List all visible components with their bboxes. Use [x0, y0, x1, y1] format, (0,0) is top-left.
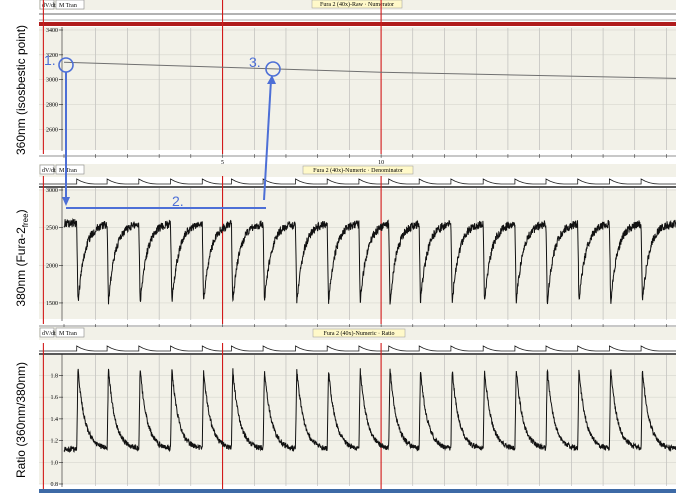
y-tick-label: 0.8	[51, 482, 59, 488]
panel1-title: Fura 2 (40x)-Raw · Numerator	[320, 1, 394, 8]
panel2-ylabel-sub: free	[21, 213, 30, 227]
y-tick-label: 1.4	[51, 417, 59, 423]
panel1-red-header-bar	[39, 22, 676, 26]
panel2-dvdt-label: dV/dt	[42, 168, 56, 174]
bottom-scrollbar[interactable]	[39, 489, 676, 493]
panel1-plot-area	[39, 27, 676, 150]
y-tick-label: 2800	[46, 103, 58, 109]
panel2-title: Fura 2 (40x)-Numeric · Denominator	[313, 167, 403, 174]
fura2-recording-figure: 360nm (isosbestic point) 380nm (Fura-2fr…	[14, 0, 676, 493]
annotation-label-1: 1.	[44, 52, 56, 68]
panel-numeric-denominator: dV/dt M Tran Fura 2 (40x)-Numeric · Deno…	[39, 164, 676, 336]
annotation-label-3: 3.	[249, 54, 261, 70]
y-tick-label: 1.2	[51, 439, 59, 445]
panel1-ylabel: 360nm (isosbestic point)	[14, 25, 28, 155]
y-tick-label: 2000	[46, 263, 58, 269]
y-tick-label: 1.6	[51, 395, 59, 401]
panel2-ylabel-end: )	[14, 209, 28, 213]
annotation-label-2: 2.	[172, 193, 184, 209]
panel3-dvdt-label: dV/dt	[42, 331, 56, 337]
panel2-ylabel-main: 380nm (Fura-2	[14, 227, 28, 307]
dvdt-button-label: dV/dt	[42, 3, 56, 9]
panel2-stimulus-strip	[39, 178, 676, 188]
y-tick-label: 3400	[46, 28, 58, 34]
panel2-mtrans-label: M Tran	[59, 168, 77, 174]
y-tick-label: 1.8	[51, 373, 59, 379]
y-tick-label: 1500	[46, 301, 58, 307]
panel-numeric-ratio: dV/dt M Tran Fura 2 (40x)-Numeric · Rati…	[39, 327, 676, 493]
panel-raw-numerator: dV/dt M Tran Fura 2 (40x)-Raw · Numerato…	[39, 0, 676, 166]
stimulus-trace	[39, 178, 676, 185]
y-tick-label: 3000	[46, 78, 58, 84]
panel3-title: Fura 2 (40x)-Numeric · Ratio	[324, 330, 395, 337]
stimulus-trace	[39, 345, 676, 352]
mtrans-button-label: M Tran	[59, 3, 77, 9]
panel3-plot-area	[39, 355, 676, 484]
y-tick-label: 2500	[46, 226, 58, 232]
panel3-mtrans-label: M Tran	[59, 331, 77, 337]
y-tick-label: 2600	[46, 127, 58, 133]
y-tick-label: 1.0	[51, 460, 59, 466]
panel3-ylabel: Ratio (360nm/380nm)	[14, 362, 28, 478]
panel2-ylabel: 380nm (Fura-2free)	[14, 209, 30, 306]
y-tick-label: 3000	[46, 188, 58, 194]
panel3-stimulus-strip	[39, 345, 676, 355]
